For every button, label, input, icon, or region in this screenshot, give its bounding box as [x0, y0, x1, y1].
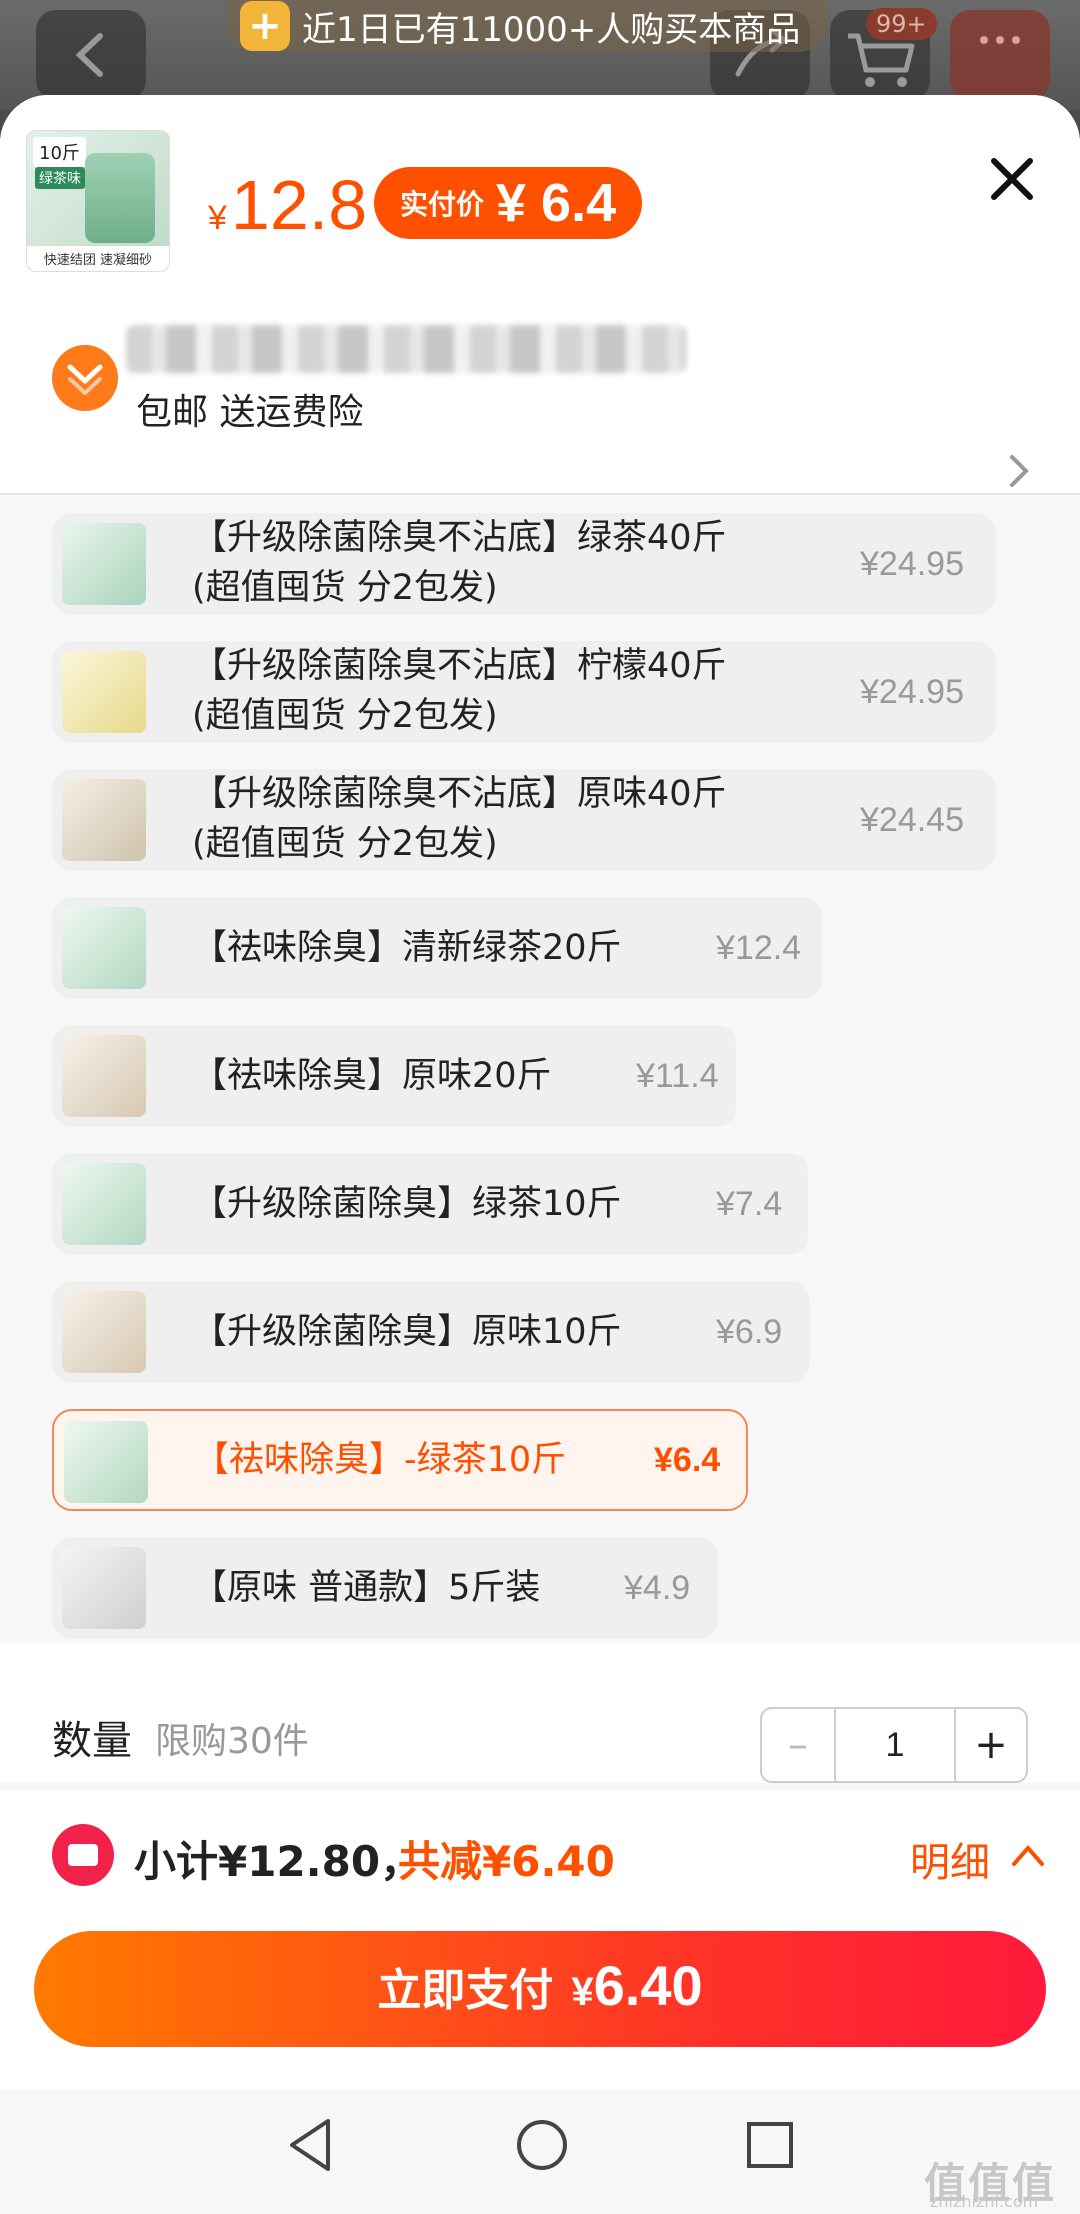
product-bag-image [85, 153, 155, 243]
option-thumbnail [62, 1291, 146, 1373]
nav-recents-icon[interactable] [744, 2119, 796, 2171]
option-thumbnail [62, 779, 146, 861]
close-icon[interactable] [984, 151, 1040, 207]
watermark-url: zhizhizhi.com [930, 2192, 1039, 2211]
quantity-input[interactable]: 1 [836, 1709, 954, 1781]
option-price: ¥24.95 [860, 673, 964, 711]
option-name-line1: 【升级除菌除臭不沾底】原味40斤 [192, 774, 727, 814]
quantity-label: 数量 [52, 1718, 132, 1764]
option-name: 【祛味除臭】原味20斤 [192, 1056, 552, 1096]
option-price: ¥6.9 [716, 1313, 783, 1351]
thumb-weight-tag: 10斤 [33, 137, 86, 167]
option-name: 【祛味除臭】-绿茶10斤 [194, 1440, 567, 1480]
back-button [36, 10, 146, 100]
discount-text: 共减¥6.40 [398, 1837, 615, 1886]
coupon-icon [52, 1824, 114, 1886]
option-thumbnail [62, 1163, 146, 1245]
option-thumbnail [62, 523, 146, 605]
price-value: 12.8 [230, 166, 368, 244]
chevron-right-icon[interactable] [1004, 451, 1034, 491]
quantity-limit: 限购30件 [155, 1721, 309, 1762]
real-price-pill: 实付价 ¥ 6.4 [374, 167, 643, 239]
subtotal-text: 小计¥12.80， [134, 1837, 423, 1886]
product-thumbnail[interactable]: 10斤 绿茶味 快速结团 速凝细砂 [26, 130, 170, 272]
sku-option[interactable]: 【升级除菌除臭】绿茶10斤 ¥7.4 [52, 1153, 808, 1255]
option-name-line2: (超值囤货 分2包发) [192, 568, 498, 608]
real-price-label: 实付价 [400, 188, 485, 221]
option-price: ¥12.4 [716, 929, 802, 967]
sku-option[interactable]: 【原味 普通款】5斤装 ¥4.9 [52, 1537, 718, 1639]
option-name: 【祛味除臭】清新绿茶20斤 [192, 928, 622, 968]
quantity-stepper: – 1 + [760, 1707, 1028, 1783]
sku-option[interactable]: 【升级除菌除臭不沾底】柠檬40斤 (超值囤货 分2包发) ¥24.95 [52, 641, 996, 743]
option-thumbnail [62, 1035, 146, 1117]
sku-option[interactable]: 【升级除菌除臭不沾底】原味40斤 (超值囤货 分2包发) ¥24.45 [52, 769, 996, 871]
sku-sheet: 10斤 绿茶味 快速结团 速凝细砂 ¥ 12.8 实付价 ¥ 6.4 包邮 送运… [0, 95, 1080, 2214]
more-button [950, 10, 1050, 100]
option-price: ¥24.95 [860, 545, 964, 583]
option-name-line2: (超值囤货 分2包发) [192, 696, 498, 736]
option-thumbnail [62, 1547, 146, 1629]
nav-back-icon[interactable] [284, 2115, 336, 2175]
shipping-text: 包邮 送运费险 [136, 392, 364, 433]
pay-currency: ¥ [571, 1970, 594, 2014]
option-thumbnail [62, 651, 146, 733]
sku-option[interactable]: 【祛味除臭】原味20斤 ¥11.4 [52, 1025, 736, 1127]
purchase-notice: + 近1日已有11000+人购买本商品 [226, 0, 827, 52]
more-icon [980, 36, 1020, 44]
detail-link[interactable]: 明细 [910, 1830, 990, 1888]
original-price: ¥ 12.8 [208, 165, 367, 245]
option-name-line2: (超值囤货 分2包发) [192, 824, 498, 864]
sku-option-selected[interactable]: 【祛味除臭】-绿茶10斤 ¥6.4 [52, 1409, 748, 1511]
option-price: ¥11.4 [636, 1057, 719, 1095]
back-arrow-icon [75, 33, 103, 77]
option-name: 【原味 普通款】5斤装 [192, 1568, 541, 1608]
option-name-line1: 【升级除菌除臭不沾底】绿茶40斤 [192, 518, 727, 558]
sku-option[interactable]: 【升级除菌除臭不沾底】绿茶40斤 (超值囤货 分2包发) ¥24.95 [52, 513, 996, 615]
thumb-flavor-tag: 绿茶味 [35, 167, 85, 189]
option-name: 【升级除菌除臭】绿茶10斤 [192, 1184, 622, 1224]
shipping-icon [52, 345, 118, 411]
cart-badge: 99+ [866, 8, 937, 40]
increase-button[interactable]: + [954, 1709, 1026, 1781]
notice-text: 近1日已有11000+人购买本商品 [302, 9, 801, 50]
option-name: 【升级除菌除臭】原味10斤 [192, 1312, 622, 1352]
thumb-footer: 快速结团 速凝细砂 [27, 246, 169, 271]
plus-badge-icon: + [240, 1, 290, 51]
pay-now-button[interactable]: 立即支付 ¥ 6.40 [34, 1931, 1046, 2047]
sku-option[interactable]: 【升级除菌除臭】原味10斤 ¥6.9 [52, 1281, 810, 1383]
option-price: ¥7.4 [716, 1185, 783, 1223]
decrease-button[interactable]: – [762, 1709, 836, 1781]
option-thumbnail [62, 907, 146, 989]
nav-home-icon[interactable] [514, 2117, 570, 2173]
option-name-line1: 【升级除菌除臭不沾底】柠檬40斤 [192, 646, 727, 686]
pay-label: 立即支付 [377, 1965, 554, 2016]
option-price: ¥24.45 [860, 801, 964, 839]
price-currency: ¥ [208, 199, 227, 237]
option-price: ¥4.9 [624, 1569, 691, 1607]
blurred-address [126, 325, 686, 373]
option-price: ¥6.4 [654, 1441, 721, 1479]
real-price-value: ¥ 6.4 [496, 173, 617, 233]
chevron-up-icon[interactable] [1010, 1840, 1046, 1870]
pay-amount: 6.40 [593, 1954, 703, 2017]
option-thumbnail [64, 1421, 148, 1503]
sku-option[interactable]: 【祛味除臭】清新绿茶20斤 ¥12.4 [52, 897, 822, 999]
